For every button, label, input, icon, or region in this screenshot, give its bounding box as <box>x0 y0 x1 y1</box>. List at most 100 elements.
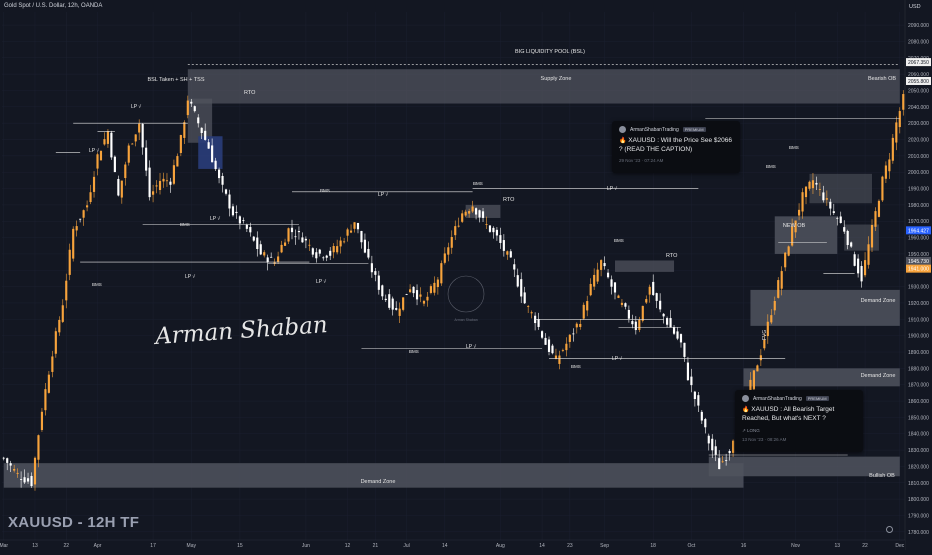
candle-body <box>450 236 453 248</box>
candle-body <box>659 300 662 310</box>
candle-body <box>881 176 884 201</box>
candle-body <box>898 111 901 128</box>
candle-body <box>172 165 175 184</box>
candle-body <box>40 411 44 430</box>
price-tick-label: 1980.000 <box>908 203 929 209</box>
candle-body <box>377 275 380 290</box>
candle-body <box>516 275 519 287</box>
price-badge-label: 1964.427 <box>908 228 929 234</box>
candle-body <box>311 248 314 255</box>
candle-body <box>2 457 5 459</box>
candle-body <box>565 343 568 351</box>
gear-icon[interactable] <box>886 526 893 533</box>
candle-body <box>891 137 894 161</box>
candle-body <box>207 142 210 149</box>
candle-body <box>96 154 99 169</box>
candle-body <box>815 182 818 185</box>
idea-card-2[interactable]: ArmanShabanTrading PREMIUM 🔥 XAUUSD : All… <box>735 390 863 452</box>
candle-body <box>704 419 707 428</box>
time-tick-label: Dec <box>895 543 904 549</box>
candle-body <box>360 230 363 243</box>
price-tick-label: 2050.000 <box>908 88 929 94</box>
idea-date: 29 Nov '23 · 07:24 AM <box>619 157 664 163</box>
candle-body <box>339 240 342 247</box>
bms-label-2: BMS <box>180 222 190 227</box>
rto-zone-3 <box>614 260 675 272</box>
candle-body <box>593 274 596 287</box>
candle-body <box>308 244 311 246</box>
candle-body <box>252 236 255 241</box>
candle-body <box>447 247 450 255</box>
bms-label-9: BMS <box>789 145 799 150</box>
candle-body <box>648 286 651 295</box>
price-badge-label: 2055.800 <box>908 79 929 85</box>
candle-body <box>544 337 547 345</box>
candle-body <box>725 460 728 462</box>
idea-tag: LONG <box>747 427 760 433</box>
candle-body <box>117 178 120 196</box>
candle-body <box>666 318 669 325</box>
lp-label-7: LP √ <box>466 343 476 350</box>
candle-body <box>645 299 648 303</box>
candle-body <box>256 237 259 250</box>
bms-label-6: BMS <box>409 349 419 354</box>
candle-body <box>363 239 367 253</box>
candle-body <box>787 246 790 256</box>
long-arrow-icon: ↗ <box>742 427 746 433</box>
candle-body <box>718 458 721 470</box>
candle-body <box>530 312 533 314</box>
rto-label: RTO <box>503 197 515 203</box>
candle-body <box>294 236 297 238</box>
avatar <box>619 126 626 133</box>
candle-body <box>92 176 96 192</box>
candle-body <box>120 180 123 198</box>
candle-body <box>454 226 457 236</box>
idea-card-1[interactable]: ArmanShabanTrading PREMIUM 🔥 XAUUSD : Wil… <box>612 121 740 173</box>
time-tick-label: 15 <box>237 543 243 549</box>
price-tick-label: 1810.000 <box>908 481 929 487</box>
time-tick-label: 16 <box>741 543 747 549</box>
candle-body <box>370 263 373 273</box>
price-tick-label: 1910.000 <box>908 317 929 323</box>
candle-body <box>527 306 530 307</box>
time-tick-label: 22 <box>862 543 868 549</box>
candle-body <box>780 271 783 289</box>
candle-body <box>33 457 37 485</box>
currency-label: USD <box>909 4 921 10</box>
candle-body <box>106 131 110 144</box>
candle-body <box>287 228 290 242</box>
candle-body <box>422 300 426 304</box>
candle-body <box>537 319 540 327</box>
candle-body <box>686 362 690 381</box>
candle-body <box>127 145 130 163</box>
chart-area[interactable]: BIG LIQUIDITY POOL (BSL) Supply Zone Beari… <box>0 0 932 550</box>
candle-body <box>624 303 627 307</box>
candle-body <box>26 478 30 482</box>
time-tick-label: 23 <box>567 543 573 549</box>
candle-body <box>600 260 603 270</box>
candle-body <box>461 213 464 222</box>
price-tick-label: 2010.000 <box>908 154 929 160</box>
rto-label: RTO <box>666 253 678 259</box>
candle-body <box>759 355 762 361</box>
price-tick-label: 1850.000 <box>908 415 929 421</box>
lp-label-9: LP √ <box>612 355 622 362</box>
candle-body <box>58 319 61 333</box>
time-tick-label: 17 <box>150 543 156 549</box>
candle-body <box>652 281 655 296</box>
price-tick-label: 1960.000 <box>908 236 929 242</box>
candle-body <box>395 308 398 310</box>
candle-body <box>329 250 332 256</box>
candle-body <box>770 315 773 323</box>
rto-blue-zone <box>198 136 223 169</box>
candle-body <box>797 209 801 216</box>
candle-body <box>47 374 50 393</box>
candle-body <box>179 134 182 153</box>
candle-body <box>353 222 356 229</box>
candle-body <box>825 198 828 200</box>
candle-body <box>811 180 815 189</box>
time-tick-label: Jul <box>403 543 409 549</box>
candle-body <box>857 258 860 274</box>
new-ob-zone <box>774 216 838 254</box>
candle-body <box>471 206 474 212</box>
